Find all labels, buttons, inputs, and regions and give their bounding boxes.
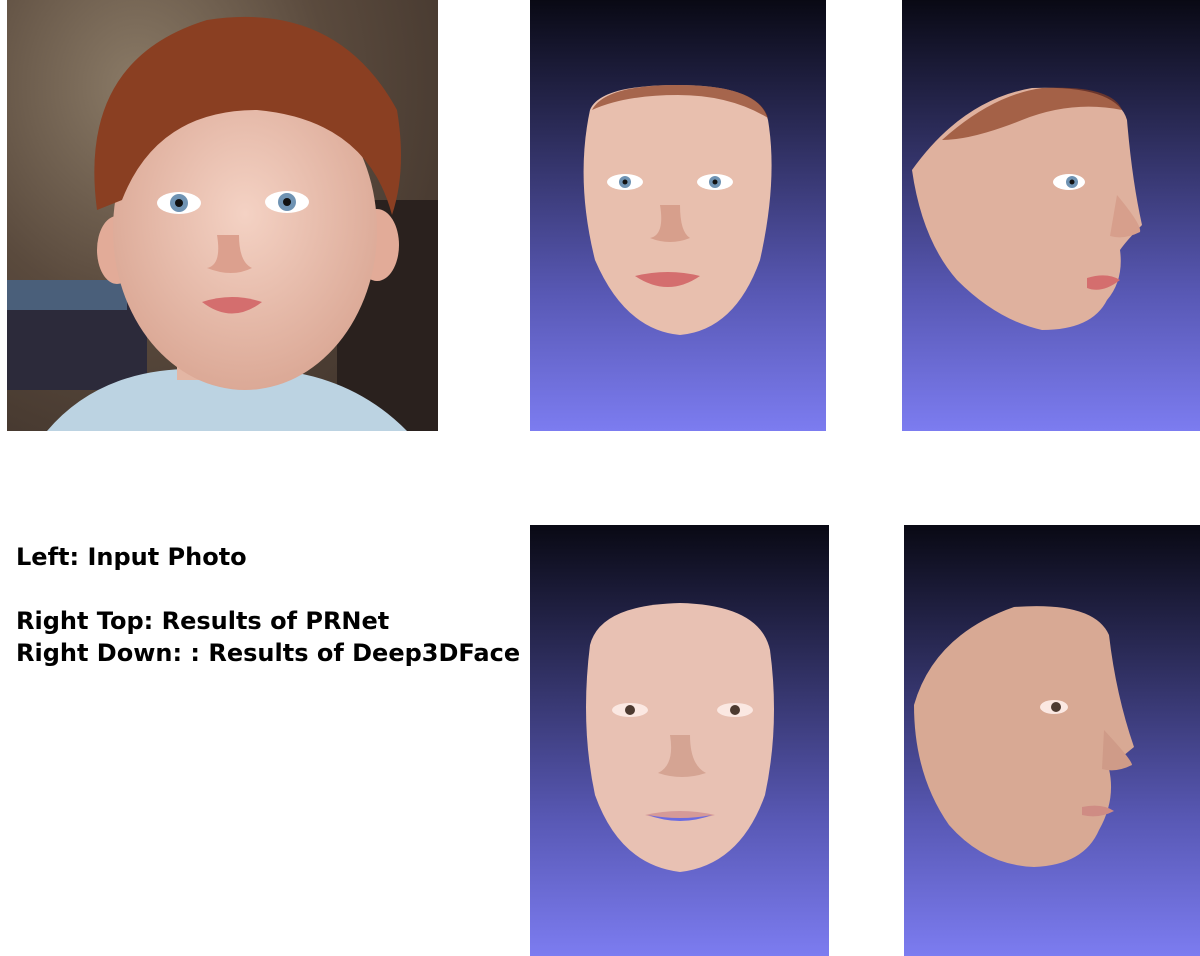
deep3dface-side-render xyxy=(904,525,1200,956)
child-portrait-image xyxy=(7,16,438,431)
deep3dface-front-render xyxy=(530,525,829,956)
prnet-front-render xyxy=(530,0,826,431)
face-render-side-image xyxy=(912,87,1142,331)
caption-input-photo: Left: Input Photo xyxy=(16,543,247,571)
caption-block: Left: Input Photo Right Top: Results of … xyxy=(16,541,521,669)
face-render-front-image xyxy=(586,603,774,872)
prnet-side-render xyxy=(902,0,1200,431)
caption-deep3dface: Right Down: : Results of Deep3DFace xyxy=(16,639,521,667)
input-photo xyxy=(7,0,438,431)
caption-prnet: Right Top: Results of PRNet xyxy=(16,607,390,635)
face-render-front-image xyxy=(583,85,772,335)
face-render-side-image xyxy=(914,606,1134,867)
